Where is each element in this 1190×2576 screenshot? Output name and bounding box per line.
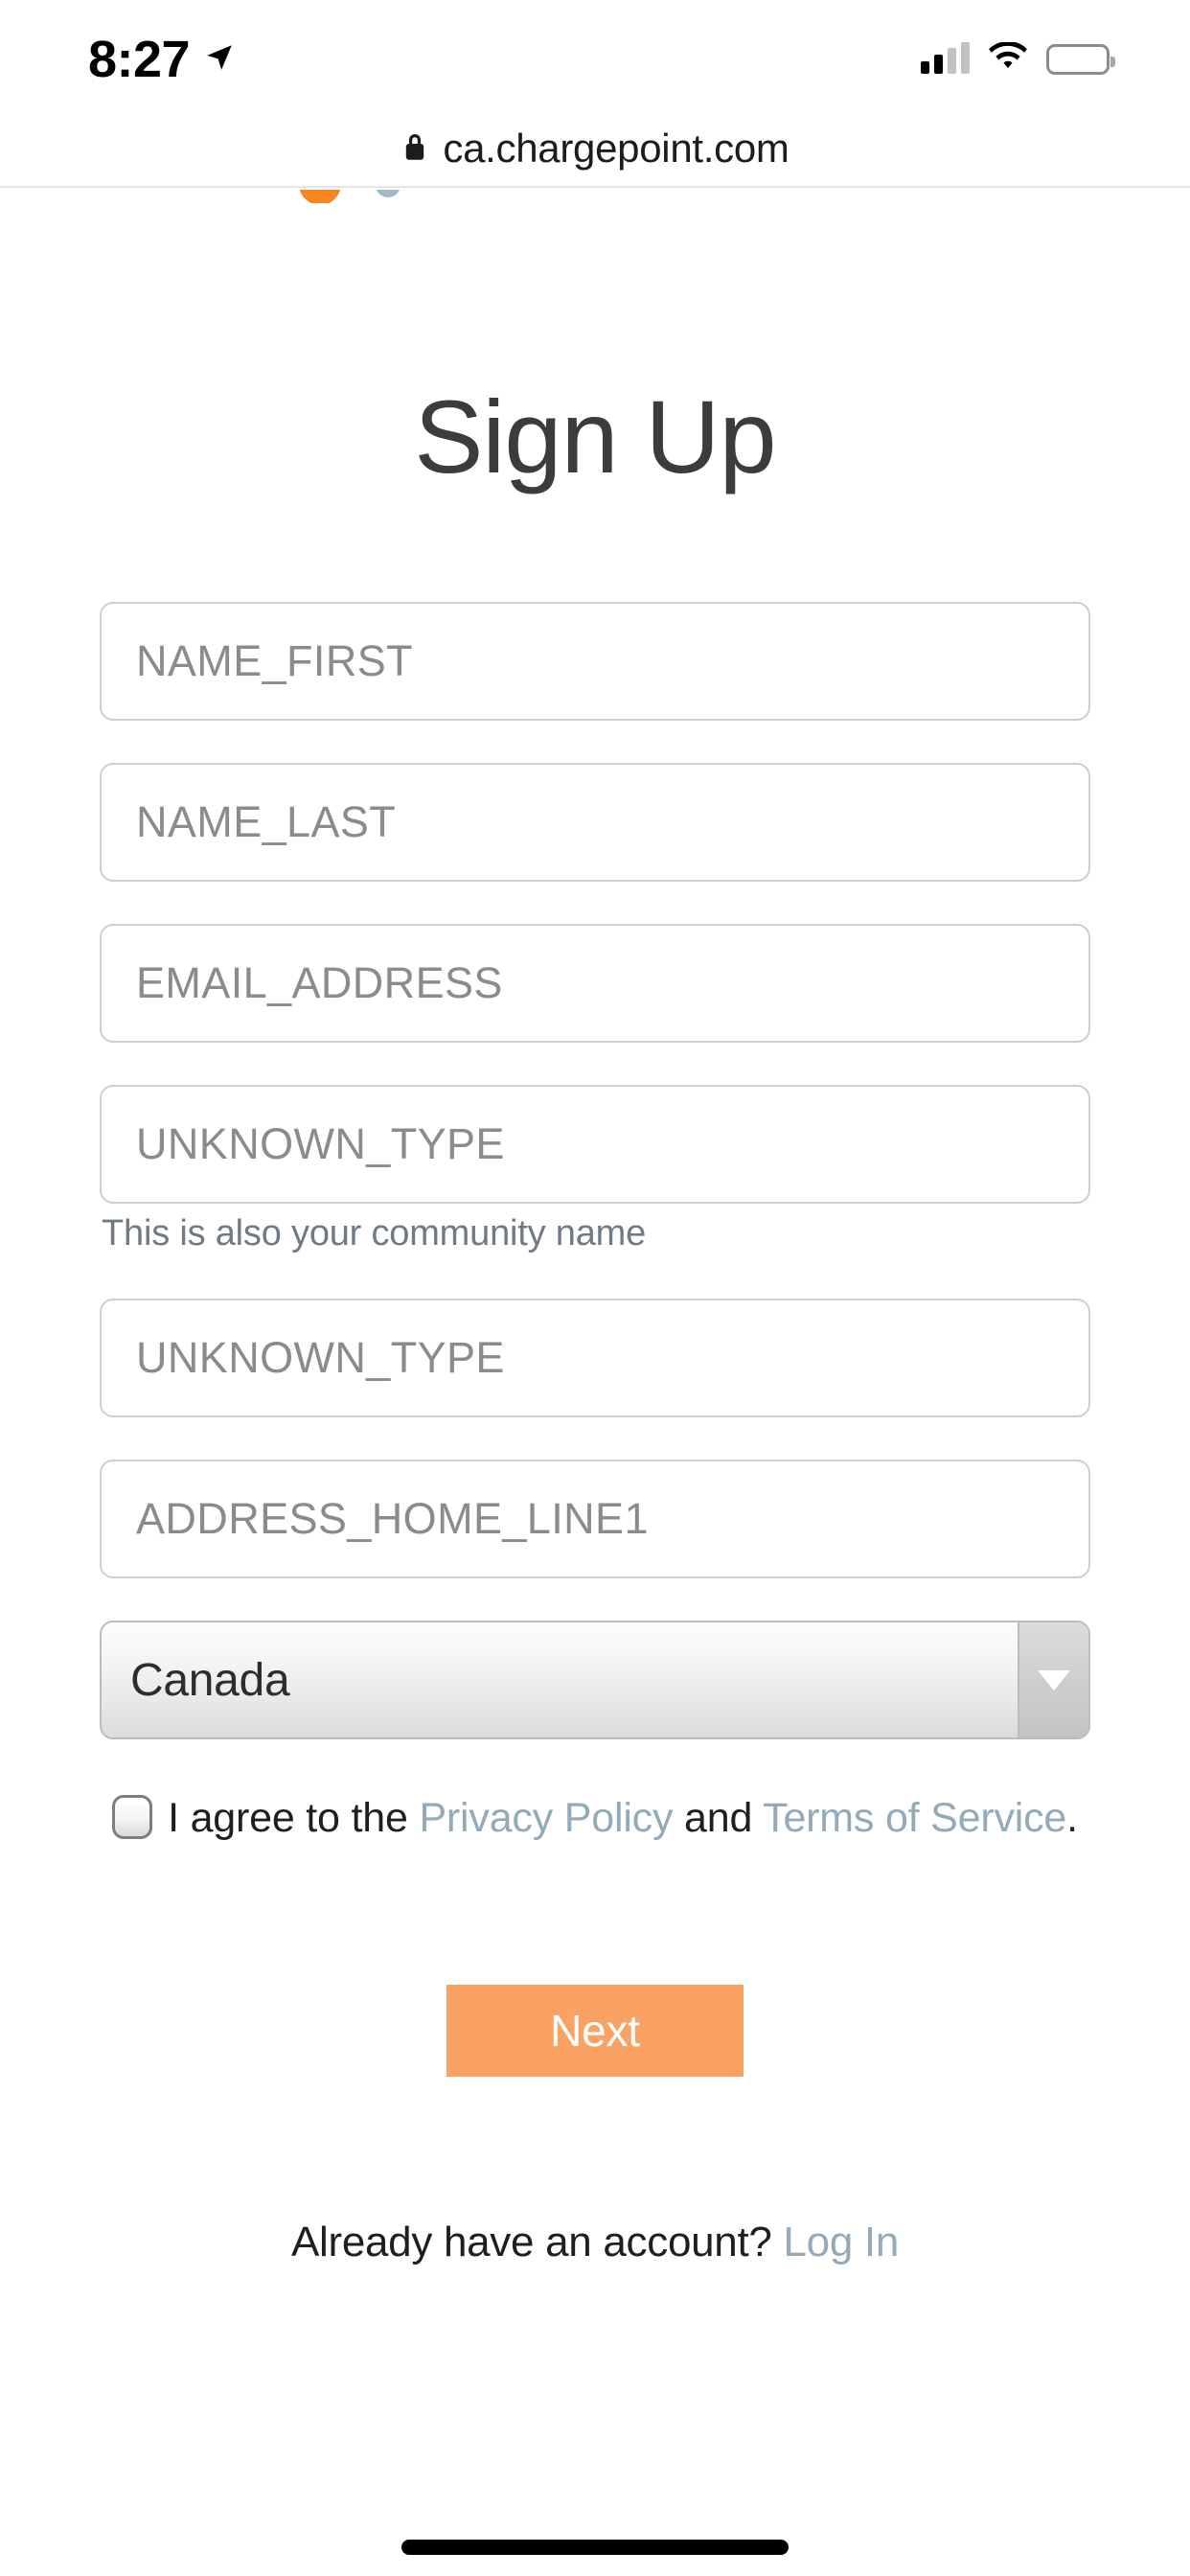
lock-icon [400,130,429,168]
location-arrow-icon [203,41,236,79]
status-bar-right [921,40,1115,78]
home-indicator[interactable] [401,2540,789,2555]
wifi-icon [987,40,1029,78]
country-selected-value: Canada [130,1654,290,1706]
address-line1-placeholder: ADDRESS_HOME_LINE1 [136,1494,649,1543]
battery-icon [1046,44,1115,75]
email-input[interactable]: EMAIL_ADDRESS [100,924,1090,1043]
email-placeholder: EMAIL_ADDRESS [136,958,503,1007]
web-page-content: Sign Up NAME_FIRST NAME_LAST EMAIL_ADDRE… [0,190,1190,2576]
agreement-prefix: I agree to the [168,1795,420,1841]
login-prompt: Already have an account? Log In [0,2219,1190,2266]
logo-orange-shape [299,190,341,203]
password-input[interactable]: UNKNOWN_TYPE [100,1299,1090,1417]
next-button[interactable]: Next [446,1985,744,2078]
browser-url-bar[interactable]: ca.chargepoint.com [0,111,1190,188]
ios-status-bar: 8:27 [0,0,1190,111]
username-helper-text: This is also your community name [102,1213,647,1254]
agreement-checkbox[interactable] [112,1795,153,1839]
address-line1-input[interactable]: ADDRESS_HOME_LINE1 [100,1460,1090,1578]
login-prompt-text: Already have an account? [290,2219,784,2266]
username-placeholder: UNKNOWN_TYPE [136,1119,505,1168]
terms-of-service-link[interactable]: Terms of Service [763,1795,1066,1841]
page-title: Sign Up [414,379,776,494]
phone-screen: 8:27 ca.chargepoint.com Sign Up NAME_FIR… [0,0,1190,2576]
status-bar-left: 8:27 [88,34,236,85]
password-placeholder: UNKNOWN_TYPE [136,1333,505,1382]
chevron-down-icon [1038,1669,1070,1690]
logo-blue-shape [376,190,400,197]
log-in-link[interactable]: Log In [783,2219,899,2266]
agreement-row: I agree to the Privacy Policy and Terms … [0,1793,1190,1843]
chargepoint-logo-partial [0,190,1190,203]
last-name-placeholder: NAME_LAST [136,797,397,846]
username-input[interactable]: UNKNOWN_TYPE [100,1085,1090,1204]
agreement-conjunction: and [673,1795,764,1841]
country-select[interactable]: Canada [100,1621,1090,1739]
status-time: 8:27 [88,31,191,88]
url-text: ca.chargepoint.com [443,126,790,171]
first-name-placeholder: NAME_FIRST [136,636,414,685]
signup-form: NAME_FIRST NAME_LAST EMAIL_ADDRESS UNKNO… [0,602,1190,1739]
agreement-suffix: . [1066,1795,1078,1841]
last-name-input[interactable]: NAME_LAST [100,763,1090,882]
country-select-button[interactable] [1018,1622,1088,1737]
cellular-signal-icon [921,42,970,74]
first-name-input[interactable]: NAME_FIRST [100,602,1090,721]
privacy-policy-link[interactable]: Privacy Policy [419,1795,673,1841]
next-button-container: Next [0,1985,1190,2078]
